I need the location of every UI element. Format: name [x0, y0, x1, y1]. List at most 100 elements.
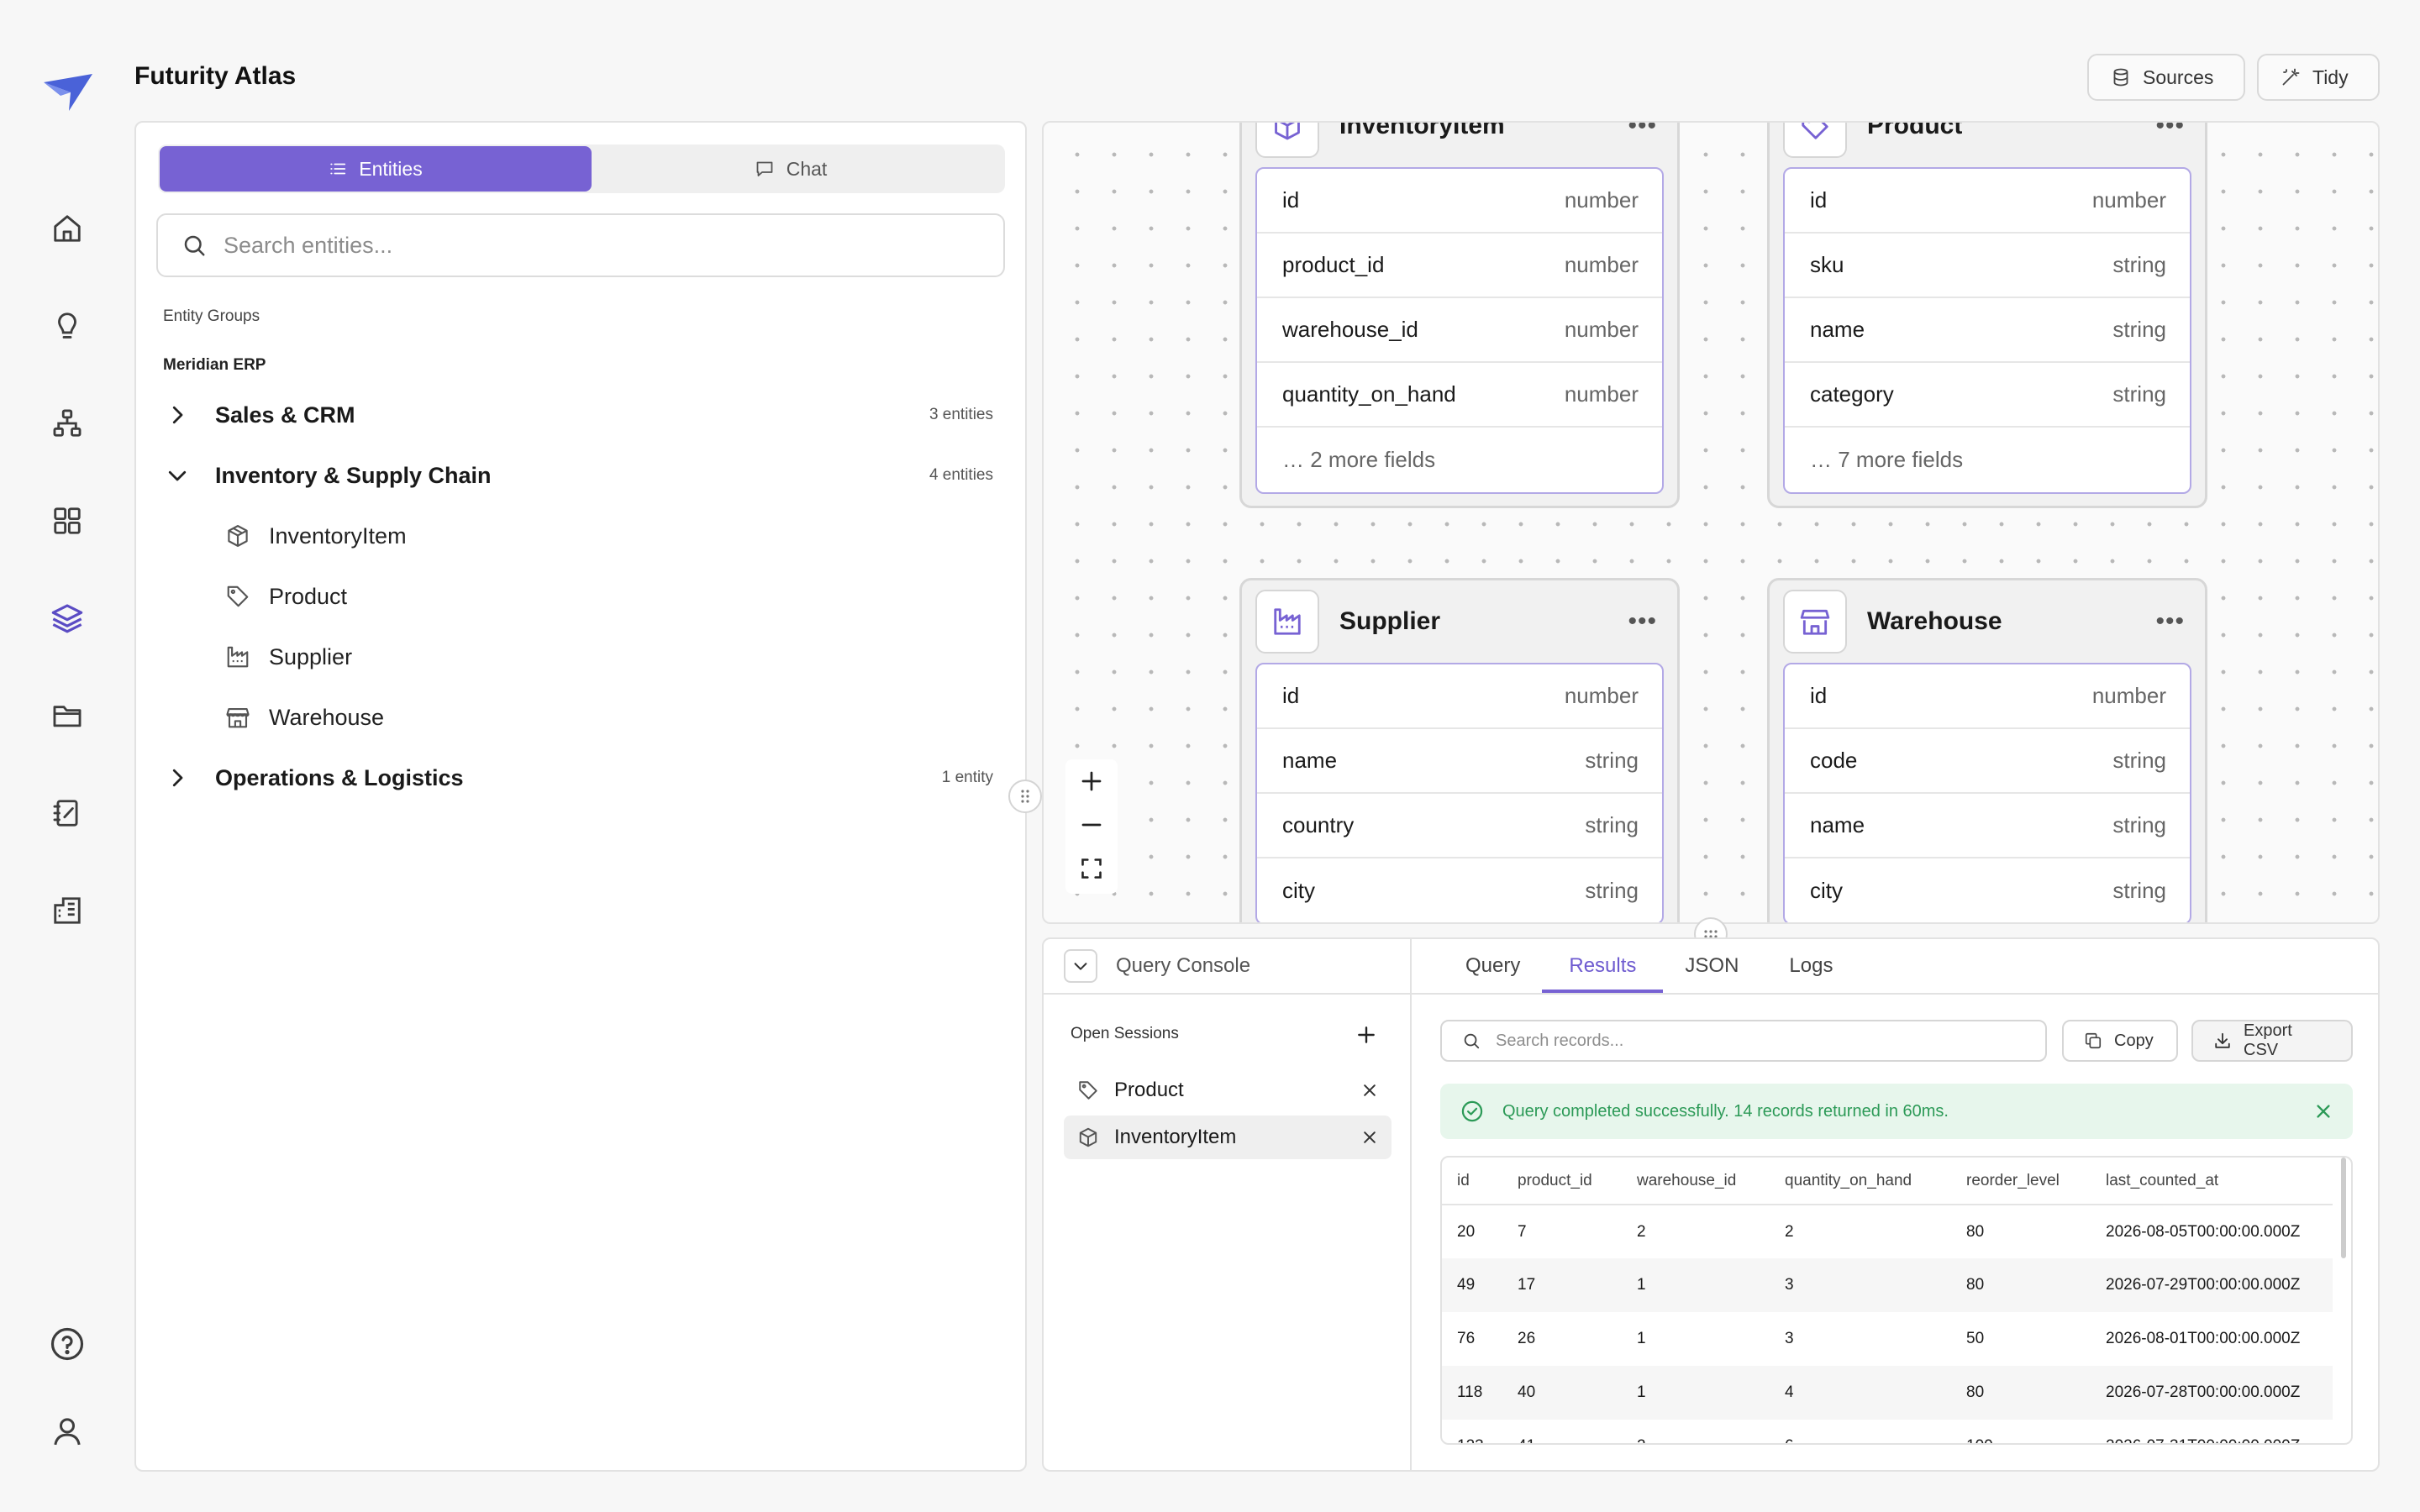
- column-header[interactable]: id: [1442, 1158, 1502, 1205]
- entity-card-inventoryitem[interactable]: InventoryItem ••• id number product_id num…: [1239, 123, 1680, 508]
- tab-query[interactable]: Query: [1462, 939, 1523, 993]
- more-fields-row[interactable]: … 2 more fields: [1257, 428, 1662, 492]
- results-tabs: Query Results JSON Logs: [1412, 939, 2378, 995]
- home-icon[interactable]: [47, 208, 87, 249]
- column-header[interactable]: last_counted_at: [2091, 1158, 2333, 1205]
- field-row[interactable]: country string: [1257, 794, 1662, 858]
- diagram-canvas[interactable]: InventoryItem ••• id number product_id num…: [1042, 121, 2380, 924]
- group-inventory-supply-chain[interactable]: Inventory & Supply Chain 4 entities: [165, 452, 993, 499]
- table-cell: 80: [1951, 1366, 2091, 1420]
- close-icon[interactable]: [2314, 1102, 2333, 1121]
- entity-card-warehouse[interactable]: Warehouse ••• id number code string name st…: [1767, 578, 2207, 922]
- table-cell: 20: [1457, 1222, 1476, 1241]
- tab-chat[interactable]: Chat: [575, 146, 1007, 192]
- add-session-button[interactable]: [1351, 1020, 1381, 1050]
- cube-icon: [1255, 123, 1319, 158]
- building-icon[interactable]: [47, 890, 87, 931]
- entity-card-supplier[interactable]: Supplier ••• id number name string country…: [1239, 578, 1680, 922]
- field-row[interactable]: sku string: [1785, 234, 2190, 298]
- more-menu-icon[interactable]: •••: [1628, 123, 1657, 140]
- zoom-in-icon[interactable]: [1065, 759, 1118, 803]
- sources-button[interactable]: Sources: [2087, 54, 2245, 101]
- session-item-product[interactable]: Product: [1064, 1068, 1392, 1112]
- field-name: name: [1810, 317, 1865, 342]
- folder-icon[interactable]: [47, 696, 87, 736]
- success-alert: Query completed successfully. 14 records…: [1440, 1084, 2353, 1139]
- group-sales-crm[interactable]: Sales & CRM 3 entities: [165, 391, 993, 438]
- hierarchy-icon[interactable]: [47, 403, 87, 444]
- more-menu-icon[interactable]: •••: [2155, 607, 2185, 636]
- close-icon[interactable]: [1361, 1082, 1378, 1099]
- more-menu-icon[interactable]: •••: [1628, 607, 1657, 636]
- column-header[interactable]: quantity_on_hand: [1770, 1158, 1951, 1205]
- column-header[interactable]: warehouse_id: [1622, 1158, 1770, 1205]
- tag-icon: [1783, 123, 1847, 158]
- field-type: number: [1564, 187, 1639, 213]
- table-row[interactable]: 123 41 2 6 100 2026-07-31T00:00:00.000Z: [1442, 1420, 2333, 1443]
- copy-button[interactable]: Copy: [2062, 1020, 2178, 1062]
- more-menu-icon[interactable]: •••: [2155, 123, 2185, 140]
- field-row[interactable]: id number: [1785, 664, 2190, 729]
- table-row[interactable]: 20 7 2 2 80 2026-08-05T00:00:00.000Z: [1442, 1205, 2333, 1258]
- help-icon[interactable]: [47, 1324, 87, 1364]
- tab-entities[interactable]: Entities: [160, 146, 592, 192]
- app-logo[interactable]: [42, 71, 94, 114]
- field-row[interactable]: id number: [1257, 664, 1662, 729]
- vertical-resize-handle[interactable]: [1008, 780, 1042, 813]
- field-row[interactable]: city string: [1785, 858, 2190, 922]
- field-row[interactable]: name string: [1785, 298, 2190, 363]
- session-name: InventoryItem: [1114, 1126, 1237, 1148]
- entity-search-input[interactable]: [224, 232, 963, 259]
- table-scrollbar[interactable]: [2341, 1158, 2346, 1258]
- field-row[interactable]: code string: [1785, 729, 2190, 794]
- copy-icon: [2084, 1032, 2102, 1050]
- field-row[interactable]: name string: [1785, 794, 2190, 858]
- table-row[interactable]: 76 26 1 3 50 2026-08-01T00:00:00.000Z: [1442, 1312, 2333, 1366]
- fit-view-icon[interactable]: [1065, 847, 1118, 890]
- grid-icon[interactable]: [47, 501, 87, 541]
- field-row[interactable]: quantity_on_hand number: [1257, 363, 1662, 428]
- field-name: warehouse_id: [1282, 317, 1418, 342]
- field-row[interactable]: id number: [1257, 169, 1662, 234]
- plus-icon: [1355, 1024, 1377, 1046]
- layers-icon[interactable]: [47, 598, 87, 638]
- entity-item-supplier[interactable]: Supplier: [225, 633, 352, 680]
- export-csv-button[interactable]: Export CSV: [2191, 1020, 2353, 1062]
- user-icon[interactable]: [47, 1411, 87, 1452]
- column-header[interactable]: product_id: [1502, 1158, 1622, 1205]
- table-row[interactable]: 118 40 1 4 80 2026-07-28T00:00:00.000Z: [1442, 1366, 2333, 1420]
- tab-logs[interactable]: Logs: [1786, 939, 1836, 993]
- table-cell: 1: [1622, 1366, 1770, 1420]
- close-icon[interactable]: [1361, 1129, 1378, 1146]
- notebook-icon[interactable]: [47, 793, 87, 833]
- card-title: Supplier: [1339, 607, 1441, 635]
- lightbulb-icon[interactable]: [47, 306, 87, 346]
- entity-name: Product: [269, 583, 348, 609]
- field-type: string: [1585, 748, 1639, 773]
- field-type: string: [2112, 317, 2166, 342]
- tab-json[interactable]: JSON: [1681, 939, 1742, 993]
- session-item-inventoryitem[interactable]: InventoryItem: [1064, 1116, 1392, 1159]
- field-row[interactable]: id number: [1785, 169, 2190, 234]
- entity-card-product[interactable]: Product ••• id number sku string name strin…: [1767, 123, 2207, 508]
- zoom-out-icon[interactable]: [1065, 803, 1118, 847]
- entity-item-warehouse[interactable]: Warehouse: [225, 694, 384, 741]
- entity-item-product[interactable]: Product: [225, 573, 347, 620]
- tab-results[interactable]: Results: [1542, 939, 1664, 993]
- field-row[interactable]: warehouse_id number: [1257, 298, 1662, 363]
- collapse-button[interactable]: [1064, 949, 1097, 983]
- more-fields-row[interactable]: … 7 more fields: [1785, 428, 2190, 492]
- tab-entities-label: Entities: [359, 157, 423, 180]
- table-cell: 2026-07-28T00:00:00.000Z: [2091, 1366, 2333, 1420]
- table-cell: 6: [1770, 1420, 1951, 1443]
- field-row[interactable]: product_id number: [1257, 234, 1662, 298]
- table-row[interactable]: 49 17 1 3 80 2026-07-29T00:00:00.000Z: [1442, 1258, 2333, 1312]
- entity-item-inventoryitem[interactable]: InventoryItem: [225, 512, 407, 559]
- field-row[interactable]: city string: [1257, 858, 1662, 922]
- group-operations-logistics[interactable]: Operations & Logistics 1 entity: [165, 754, 993, 801]
- field-row[interactable]: name string: [1257, 729, 1662, 794]
- column-header[interactable]: reorder_level: [1951, 1158, 2091, 1205]
- tidy-button[interactable]: Tidy: [2257, 54, 2380, 101]
- field-row[interactable]: category string: [1785, 363, 2190, 428]
- records-search-input[interactable]: [1496, 1031, 2000, 1051]
